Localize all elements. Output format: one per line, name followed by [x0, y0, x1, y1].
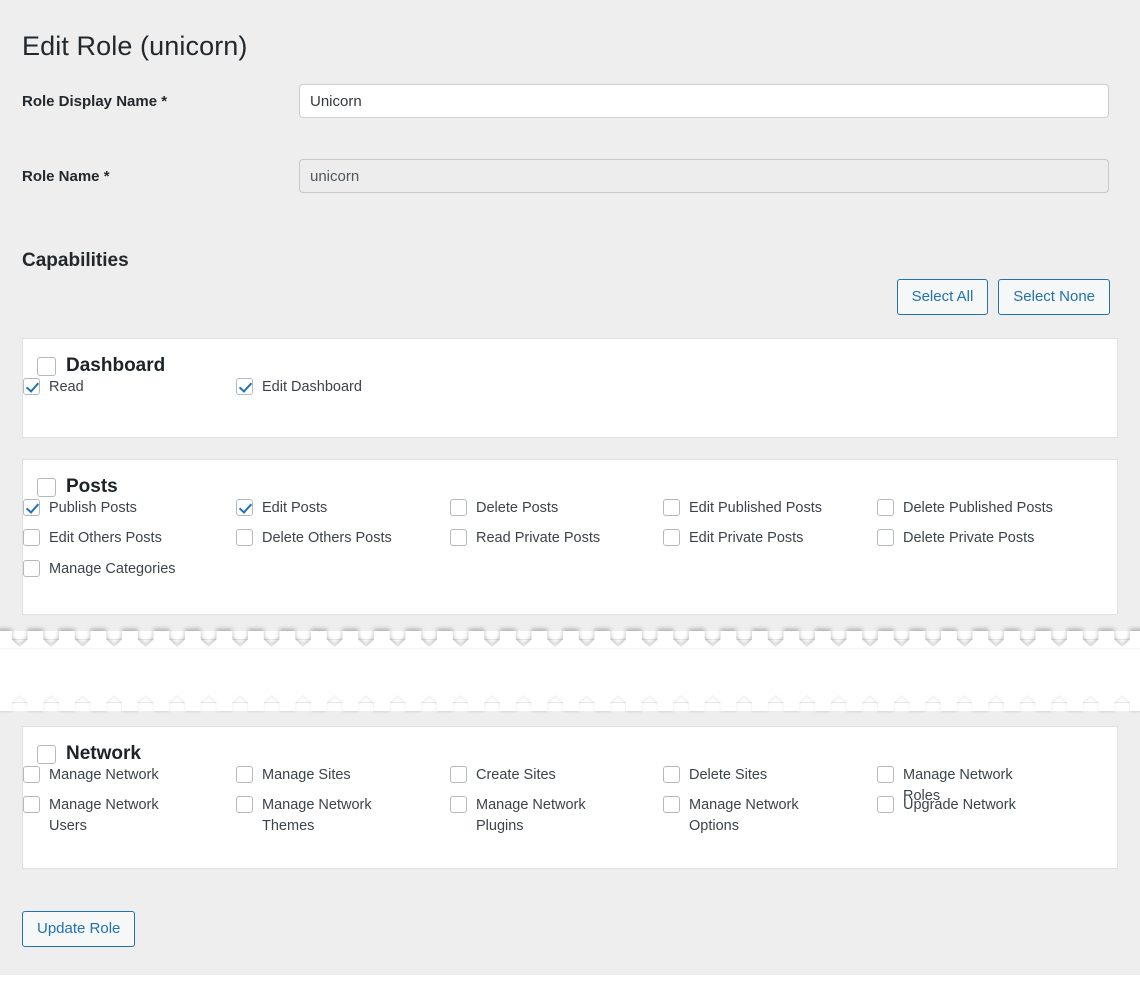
torn-paper-divider [0, 614, 1140, 726]
capability-item[interactable]: Edit Dashboard [236, 377, 362, 398]
capability-label: Manage Network Options [689, 797, 799, 835]
bottom-strip [0, 975, 1140, 982]
select-buttons-group: Select All Select None [896, 279, 1110, 315]
role-display-name-label: Role Display Name * [22, 93, 168, 110]
capability-group-posts: Posts Publish Posts Edit Posts Delete Posts… [22, 459, 1118, 615]
capability-checkbox[interactable] [877, 796, 894, 813]
capability-item[interactable]: Manage Network Options [663, 795, 839, 837]
torn-edge-bottom [0, 694, 1140, 711]
capability-label: Manage Network [49, 767, 159, 783]
capability-checkbox[interactable] [450, 766, 467, 783]
capability-label: Read Private Posts [476, 530, 601, 546]
capabilities-heading: Capabilities [22, 249, 129, 271]
group-title: Network [66, 743, 141, 764]
capability-label: Manage Network Plugins [476, 797, 586, 835]
capability-item[interactable]: Manage Network [23, 765, 159, 786]
capability-checkbox[interactable] [236, 766, 253, 783]
capability-item[interactable]: Manage Network Plugins [450, 795, 626, 837]
capability-checkbox[interactable] [23, 560, 40, 577]
capability-group-dashboard: Dashboard Read Edit Dashboard [22, 338, 1118, 438]
capability-checkbox[interactable] [450, 529, 467, 546]
group-header: Network [23, 727, 1117, 765]
capability-item[interactable]: Read Private Posts [450, 528, 600, 549]
capability-item[interactable]: Read [23, 377, 84, 398]
capability-item[interactable]: Edit Posts [236, 498, 327, 519]
capability-label: Publish Posts [49, 500, 137, 516]
group-select-all-checkbox[interactable] [37, 356, 56, 376]
capability-item[interactable]: Publish Posts [23, 498, 137, 519]
capability-label: Delete Sites [689, 767, 768, 783]
capability-label: Delete Others Posts [262, 530, 392, 546]
page-title: Edit Role (unicorn) [22, 31, 248, 62]
select-none-button[interactable]: Select None [998, 279, 1110, 315]
group-header: Posts [23, 460, 1117, 498]
update-role-button[interactable]: Update Role [22, 911, 136, 947]
capability-label: Delete Private Posts [903, 530, 1035, 546]
group-header: Dashboard [23, 339, 1117, 377]
capability-checkbox[interactable] [236, 378, 253, 395]
capability-grid: Publish Posts Edit Posts Delete Posts Edit … [23, 498, 1117, 608]
capability-group-network: Network Manage Network Manage Sites Create … [22, 726, 1118, 869]
capability-item[interactable]: Upgrade Network [877, 795, 1016, 816]
capability-checkbox[interactable] [663, 529, 680, 546]
capability-checkbox[interactable] [663, 499, 680, 516]
role-display-name-input[interactable] [299, 84, 1109, 118]
capability-checkbox[interactable] [877, 766, 894, 783]
capability-label: Upgrade Network [903, 797, 1016, 813]
capability-checkbox[interactable] [23, 796, 40, 813]
torn-edge-top [0, 631, 1140, 648]
capability-item[interactable]: Manage Network Users [23, 795, 199, 837]
capability-label: Manage Network Themes [262, 797, 372, 835]
capability-label: Edit Dashboard [262, 379, 362, 395]
capability-grid: Manage Network Manage Sites Create Sites De… [23, 765, 1117, 862]
group-select-all-checkbox[interactable] [37, 744, 56, 764]
capability-item[interactable]: Manage Categories [23, 559, 176, 580]
capability-item[interactable]: Delete Published Posts [877, 498, 1053, 519]
capability-label: Edit Others Posts [49, 530, 162, 546]
capability-label: Edit Posts [262, 500, 328, 516]
capability-checkbox[interactable] [877, 529, 894, 546]
capability-item[interactable]: Manage Sites [236, 765, 351, 786]
capability-item[interactable]: Edit Published Posts [663, 498, 822, 519]
capability-item[interactable]: Create Sites [450, 765, 556, 786]
capability-item[interactable]: Manage Network Themes [236, 795, 412, 837]
capability-label: Delete Posts [476, 500, 559, 516]
capability-item[interactable]: Delete Sites [663, 765, 767, 786]
capability-grid: Read Edit Dashboard [23, 377, 1117, 431]
capability-item[interactable]: Edit Others Posts [23, 528, 162, 549]
role-name-label: Role Name * [22, 168, 110, 185]
capability-checkbox[interactable] [236, 499, 253, 516]
capability-label: Manage Network Users [49, 797, 159, 835]
capability-checkbox[interactable] [23, 529, 40, 546]
capability-label: Edit Published Posts [689, 500, 822, 516]
capability-label: Manage Categories [49, 561, 176, 577]
capability-checkbox[interactable] [663, 796, 680, 813]
group-title: Posts [66, 476, 118, 497]
capability-label: Create Sites [476, 767, 556, 783]
capability-item[interactable]: Delete Private Posts [877, 528, 1034, 549]
capability-checkbox[interactable] [236, 796, 253, 813]
capability-checkbox[interactable] [23, 766, 40, 783]
capability-checkbox[interactable] [663, 766, 680, 783]
capability-item[interactable]: Delete Posts [450, 498, 558, 519]
capability-label: Edit Private Posts [689, 530, 804, 546]
capability-checkbox[interactable] [236, 529, 253, 546]
group-title: Dashboard [66, 355, 166, 376]
select-all-button[interactable]: Select All [896, 279, 989, 315]
edit-role-page: Edit Role (unicorn) Role Display Name * … [0, 0, 1140, 982]
capability-checkbox[interactable] [23, 499, 40, 516]
capability-item[interactable]: Delete Others Posts [236, 528, 392, 549]
capability-checkbox[interactable] [450, 499, 467, 516]
capability-checkbox[interactable] [877, 499, 894, 516]
capability-label: Manage Sites [262, 767, 351, 783]
capability-checkbox[interactable] [450, 796, 467, 813]
capability-item[interactable]: Edit Private Posts [663, 528, 803, 549]
role-name-input[interactable] [299, 159, 1109, 193]
group-select-all-checkbox[interactable] [37, 477, 56, 497]
capability-checkbox[interactable] [23, 378, 40, 395]
capability-label: Read [49, 379, 84, 395]
capability-label: Delete Published Posts [903, 500, 1053, 516]
